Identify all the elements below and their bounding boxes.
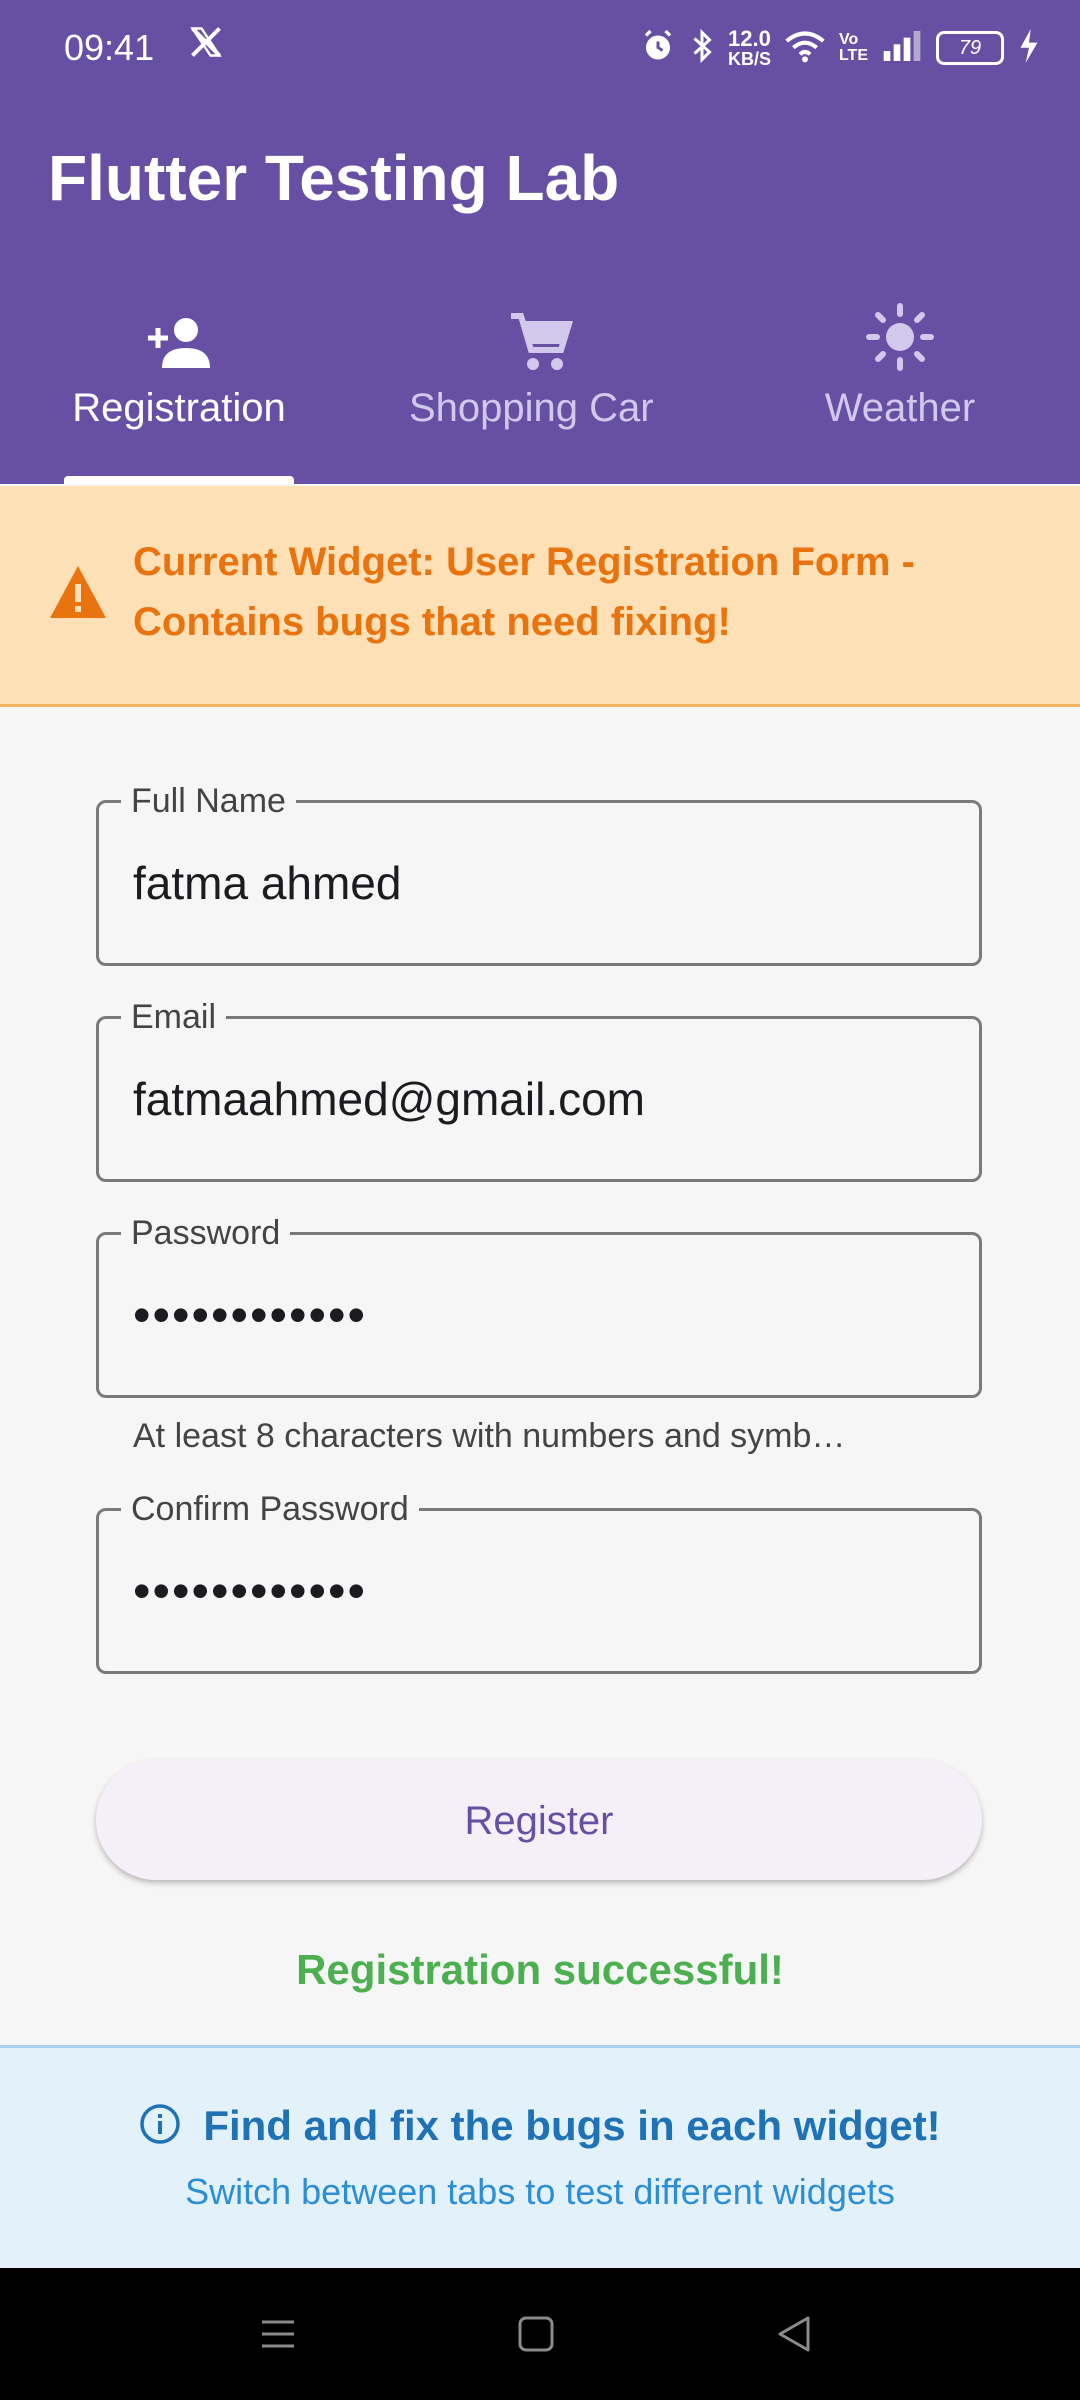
bluetooth-icon	[690, 28, 714, 69]
menu-icon[interactable]	[258, 2314, 298, 2354]
battery-icon: 79	[936, 31, 1004, 65]
sun-icon	[865, 292, 935, 372]
full-name-value: fatma ahmed	[133, 857, 402, 909]
volte-indicator: Vo LTE	[839, 32, 868, 64]
full-name-label: Full Name	[121, 779, 296, 823]
tab-indicator	[64, 476, 294, 484]
register-button[interactable]: Register	[96, 1760, 982, 1880]
info-title: Find and fix the bugs in each widget!	[203, 2102, 941, 2149]
confirm-password-field[interactable]: Confirm Password ••••••••••••	[96, 1487, 982, 1674]
email-value: fatmaahmed@gmail.com	[133, 1073, 645, 1125]
tab-bar: Registration Shopping Car Weather	[0, 292, 1080, 484]
tab-label: Registration	[72, 386, 286, 430]
confirm-password-label: Confirm Password	[121, 1487, 419, 1531]
tab-shopping-cart[interactable]: Shopping Car	[395, 292, 685, 484]
info-panel	[0, 2045, 1080, 2270]
warning-text: Current Widget: User Registration Form -…	[133, 540, 915, 644]
page-title: Flutter Testing Lab	[48, 142, 620, 214]
app-bar: 09:41 12.0 KB/S Vo LTE 79 Flutter Testin…	[0, 0, 1080, 484]
net-speed-unit: KB/S	[727, 49, 771, 69]
net-speed-value: 12.0	[728, 26, 771, 51]
info-icon	[139, 2103, 181, 2150]
tab-label: Shopping Car	[409, 386, 654, 430]
back-triangle-icon[interactable]	[774, 2314, 814, 2354]
password-value: ••••••••••••	[133, 1287, 368, 1343]
success-message: Registration successful!	[296, 1946, 784, 1993]
warning-icon	[48, 564, 108, 620]
info-subtitle: Switch between tabs to test different wi…	[185, 2171, 895, 2212]
volte-bottom: LTE	[838, 47, 868, 64]
password-label: Password	[121, 1211, 291, 1255]
shopping-cart-icon	[507, 292, 573, 372]
alarm-icon	[640, 28, 676, 69]
status-bar: 09:41 12.0 KB/S Vo LTE 79	[0, 0, 1080, 96]
tab-weather[interactable]: Weather	[800, 292, 1000, 484]
net-speed: 12.0 KB/S	[727, 26, 771, 69]
tab-label: Weather	[824, 386, 976, 430]
full-name-field[interactable]: Full Name fatma ahmed	[96, 779, 982, 966]
status-icons: 12.0 KB/S Vo LTE 79	[640, 22, 1040, 74]
signal-icon	[882, 30, 922, 66]
status-time: 09:41	[64, 27, 155, 68]
charging-icon	[1018, 28, 1040, 68]
email-field[interactable]: Email fatmaahmed@gmail.com	[96, 995, 982, 1182]
volte-top: Vo	[838, 31, 859, 48]
password-field[interactable]: Password ••••••••••••	[96, 1211, 982, 1398]
password-helper-text: At least 8 characters with numbers and s…	[133, 1417, 846, 1455]
home-square-icon[interactable]	[516, 2314, 556, 2354]
x-logo-icon	[188, 24, 228, 68]
person-add-icon	[144, 292, 214, 372]
confirm-password-value: ••••••••••••	[133, 1563, 368, 1619]
info-title-row: Find and fix the bugs in each widget!	[0, 2098, 1080, 2154]
wifi-icon	[785, 29, 825, 68]
email-label: Email	[121, 995, 227, 1039]
tab-registration[interactable]: Registration	[64, 292, 294, 484]
